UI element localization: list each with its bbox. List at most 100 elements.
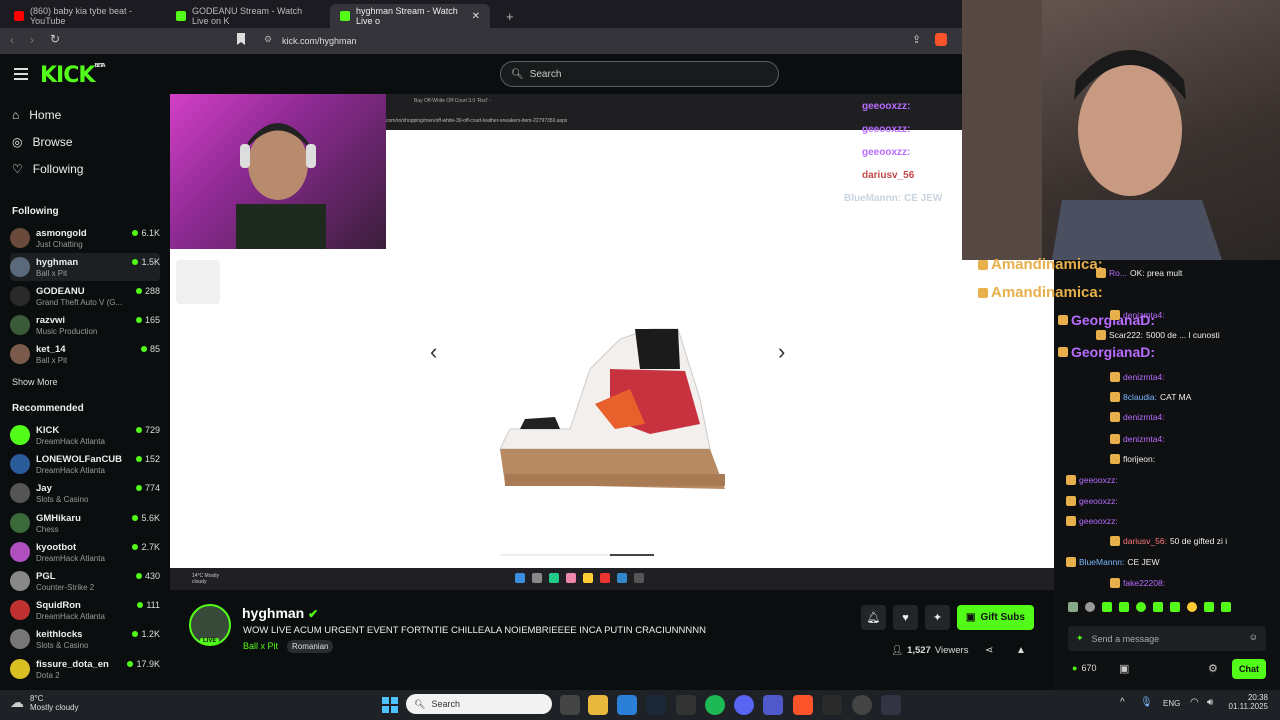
teams-icon[interactable] — [763, 695, 783, 715]
sidebar-channel[interactable]: Jay Slots & Casino 774 — [10, 479, 160, 507]
file-explorer-icon[interactable] — [588, 695, 608, 715]
subscribe-button[interactable]: ✦ — [925, 605, 950, 630]
carousel-prev-icon[interactable]: ‹ — [430, 339, 437, 365]
sidebar-channel[interactable]: fissure_dota_en Dota 2 17.9K — [10, 655, 160, 683]
chat-username[interactable]: geeooxzz: — [1079, 475, 1118, 485]
carousel-next-icon[interactable]: › — [778, 339, 785, 365]
browser-tab-youtube[interactable]: (860) baby kia tybe beat - YouTube — [4, 4, 164, 28]
steam-icon[interactable] — [646, 695, 666, 715]
gift-subs-button[interactable]: ▣ Gift Subs — [957, 605, 1034, 630]
sidebar-channel[interactable]: GMHikaru Chess 5.6K — [10, 509, 160, 537]
chat-username[interactable]: GeorgianaD: — [1071, 344, 1155, 360]
sidebar-item-browse[interactable]: ◎ Browse — [12, 135, 73, 149]
streamer-avatar[interactable]: LIVE — [189, 604, 231, 646]
sidebar-channel[interactable]: ket_14 Ball x Pit 85 — [10, 340, 160, 368]
sidebar-channel[interactable]: hyghman Ball x Pit 1.5K — [10, 253, 160, 281]
os-language[interactable]: ENG — [1163, 699, 1180, 708]
app-icon[interactable] — [676, 695, 696, 715]
streamer-name[interactable]: hyghman ✔ — [242, 605, 318, 621]
stream-category[interactable]: Ball x Pit — [243, 641, 278, 651]
channel-points[interactable]: ● 670 — [1072, 663, 1096, 673]
channel-viewers: 430 — [135, 571, 160, 581]
stream-inner-taskbar: 14°C Mostly cloudy — [170, 568, 1054, 590]
store-icon[interactable] — [617, 695, 637, 715]
url-field[interactable]: ⚙ kick.com/hyghman — [258, 31, 958, 51]
chat-message: dariusv_56: 50 de gifted zi i — [1110, 536, 1227, 546]
language-tag[interactable]: Romanian — [287, 640, 334, 653]
sidebar-channel[interactable]: SquidRon DreamHack Atlanta 111 — [10, 596, 160, 624]
sidebar-channel[interactable]: GODEANU Grand Theft Auto V (G... 288 — [10, 282, 160, 310]
os-search-box[interactable]: 🔍︎ Search — [406, 694, 552, 714]
search-input[interactable]: 🔍︎ Search — [500, 61, 779, 87]
discord-icon[interactable] — [734, 695, 754, 715]
os-clock[interactable]: 20:38 01.11.2025 — [1228, 693, 1268, 711]
close-tab-icon[interactable]: ✕ — [472, 11, 480, 22]
os-weather[interactable]: ☁ 8°C Mostly cloudy — [10, 694, 78, 712]
notify-button[interactable]: 🔔︎ — [861, 605, 886, 630]
chat-username[interactable]: dariusv_56: — [1123, 536, 1167, 546]
settings-icon[interactable] — [852, 695, 872, 715]
chat-username[interactable]: BlueMannn: — [1079, 557, 1124, 567]
chat-username[interactable]: denizmta4: — [1123, 412, 1165, 422]
sidebar-item-home[interactable]: ⌂ Home — [12, 108, 61, 122]
chat-input[interactable]: ✦ Send a message ☺ — [1068, 626, 1266, 651]
volume-icon[interactable]: 🔊︎ — [1207, 697, 1213, 708]
sparkle-icon: ✦ — [1076, 633, 1084, 643]
send-chat-button[interactable]: Chat — [1232, 659, 1266, 679]
back-icon[interactable]: ‹ — [10, 33, 14, 47]
sidebar-channel[interactable]: LONEWOLFanCUB DreamHack Atlanta 152 — [10, 450, 160, 478]
site-header — [0, 54, 962, 94]
windows-start-icon[interactable] — [380, 695, 400, 715]
kick-logo[interactable]: KICKBETA — [40, 63, 106, 88]
spotify-icon[interactable] — [705, 695, 725, 715]
tray-chevron-icon[interactable]: ^ — [1120, 697, 1125, 708]
chat-settings-icon[interactable]: ⚙ — [1208, 662, 1218, 675]
sidebar-channel[interactable]: kyootbot DreamHack Atlanta 2.7K — [10, 538, 160, 566]
channel-category: Slots & Casino — [36, 641, 89, 651]
sidebar-channel[interactable]: asmongold Just Chatting 6.1K — [10, 224, 160, 252]
wifi-icon[interactable]: ◠ — [1190, 697, 1199, 708]
sidebar-item-following[interactable]: ♡ Following — [12, 162, 83, 176]
browser-tab-godeanu[interactable]: GODEANU Stream - Watch Live on K — [166, 4, 326, 28]
sidebar-channel[interactable]: razvwi Music Production 165 — [10, 311, 160, 339]
terminal-icon[interactable] — [822, 695, 842, 715]
bookmark-icon[interactable] — [237, 33, 245, 45]
chat-username[interactable]: fake22208: — [1123, 578, 1165, 588]
brave-icon[interactable] — [793, 695, 813, 715]
report-icon[interactable]: ▲ — [1016, 645, 1026, 656]
mic-icon[interactable]: 🎙︎ — [1140, 697, 1153, 708]
brave-shield-icon[interactable] — [935, 33, 947, 46]
viewer-count: 👤︎ 1,527 Viewers — [891, 645, 968, 656]
share-icon[interactable]: ⇪ — [912, 33, 921, 46]
site-settings-icon[interactable]: ⚙ — [264, 34, 272, 45]
sidebar-channel[interactable]: KICK DreamHack Atlanta 729 — [10, 421, 160, 449]
chat-username[interactable]: Amandinamica: — [991, 256, 1103, 273]
sidebar-channel[interactable]: keithlocks Slots & Casino 1.2K — [10, 625, 160, 653]
chat-message: fake22208: — [1110, 578, 1168, 588]
chat-username[interactable]: florijeon: — [1123, 454, 1155, 464]
chat-username[interactable]: Ro... — [1109, 268, 1127, 278]
forward-icon[interactable]: › — [30, 33, 34, 47]
chat-username[interactable]: denizmta4: — [1123, 372, 1165, 382]
browser-tab-hyghman[interactable]: hyghman Stream - Watch Live o ✕ — [330, 4, 490, 28]
chat-username[interactable]: geeooxzz: — [1079, 516, 1118, 526]
chat-username[interactable]: geeooxzz: — [1079, 496, 1118, 506]
menu-icon[interactable] — [14, 68, 28, 80]
new-tab-icon[interactable]: + — [496, 4, 524, 28]
task-view-icon[interactable] — [560, 695, 580, 715]
chat-username[interactable]: Amandinamica: — [991, 284, 1103, 301]
app-icon[interactable] — [881, 695, 901, 715]
follow-button[interactable]: ♥ — [893, 605, 918, 630]
badge-icon — [1110, 434, 1120, 444]
gift-icon[interactable]: ▣ — [1119, 662, 1129, 675]
sidebar-channel[interactable]: PGL Counter-Strike 2 430 — [10, 567, 160, 595]
emoji-icon[interactable]: ☺ — [1249, 632, 1258, 642]
chat-username[interactable]: denizmta4: — [1123, 310, 1165, 320]
chat-username[interactable]: denizmta4: — [1123, 434, 1165, 444]
reload-icon[interactable]: ↻ — [50, 32, 60, 46]
show-more-button[interactable]: Show More — [12, 377, 58, 387]
chat-username[interactable]: 8claudia: — [1123, 392, 1157, 402]
chat-username[interactable]: Scar222: — [1109, 330, 1143, 340]
share-icon[interactable]: ⋖ — [985, 645, 993, 656]
badge-icon — [1110, 412, 1120, 422]
